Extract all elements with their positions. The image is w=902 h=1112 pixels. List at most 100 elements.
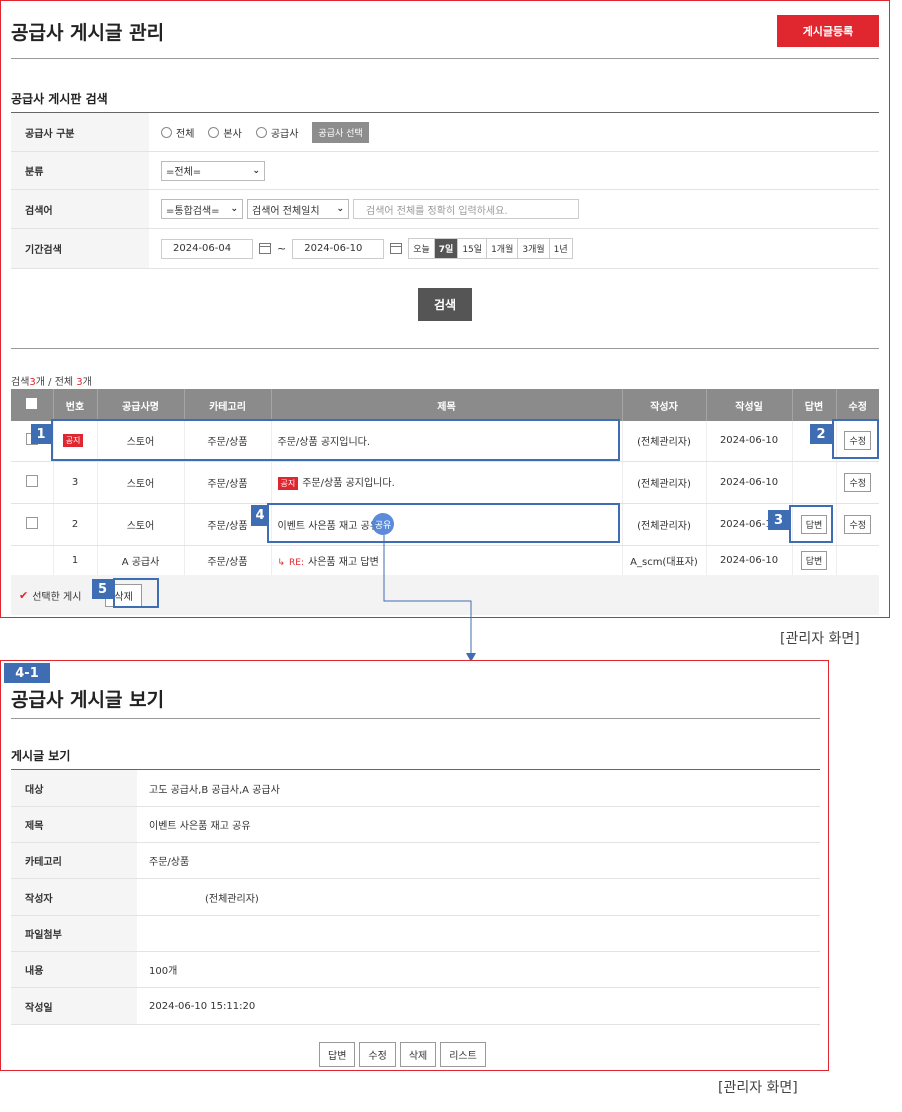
- row-checkbox[interactable]: [25, 516, 38, 529]
- view-title-divider: [11, 718, 820, 719]
- title-link[interactable]: ↳ RE: 사은품 재고 답변: [271, 545, 623, 576]
- period-button[interactable]: 7일: [434, 239, 459, 258]
- edit-button[interactable]: 수정: [359, 1042, 396, 1067]
- view-value: 주문/상품: [149, 857, 190, 868]
- category-cell: 주문/상품: [184, 461, 272, 504]
- calendar-icon[interactable]: [259, 243, 271, 254]
- reply-button[interactable]: 답변: [800, 550, 828, 570]
- view-page-title: 공급사 게시글 보기: [11, 689, 165, 711]
- table-header-row: 번호 공급사명 카테고리 제목 작성자 작성일 답변 수정: [11, 389, 879, 421]
- radio-hq[interactable]: 본사: [208, 125, 242, 140]
- view-row-title: 제목 이벤트 사은품 재고 공유: [11, 807, 820, 843]
- edit-button[interactable]: 수정: [844, 472, 872, 492]
- supplier-type-row: 공급사 구분 전체 본사 공급사 공급사 선택: [11, 113, 879, 152]
- category-value-cell: =전체= ⌄: [149, 152, 265, 189]
- view-label: 작성자: [11, 879, 137, 915]
- category-label: 분류: [11, 152, 149, 189]
- view-row-date: 작성일 2024-06-10 15:11:20: [11, 988, 820, 1025]
- edit-cell: 수정: [836, 503, 879, 546]
- admin-caption: [관리자 화면]: [780, 631, 860, 647]
- cursor-indicator: 공유: [372, 513, 394, 535]
- period-button[interactable]: 1개월: [487, 239, 519, 258]
- radio-supplier[interactable]: 공급사: [255, 125, 298, 140]
- writer-cell: (전체관리자): [622, 421, 707, 462]
- radio-all-label: 전체: [176, 128, 195, 140]
- row-checkbox[interactable]: [25, 474, 38, 487]
- keyword-type-value: =통합검색=: [166, 205, 220, 217]
- delete-button[interactable]: 삭제: [399, 1042, 437, 1067]
- period-button[interactable]: 오늘: [409, 239, 435, 258]
- row-checkbox-cell[interactable]: [11, 503, 54, 546]
- period-button[interactable]: 3개월: [518, 239, 550, 258]
- edit-button[interactable]: 수정: [844, 514, 872, 534]
- radio-hq-label: 본사: [223, 128, 242, 140]
- list-button[interactable]: 리스트: [440, 1042, 486, 1067]
- view-label: 대상: [11, 770, 137, 806]
- view-value: 이벤트 사은품 재고 공유: [149, 821, 251, 832]
- view-value: 2024-06-10 15:11:20: [149, 1000, 256, 1012]
- period-button[interactable]: 1년: [549, 239, 572, 258]
- post-view-panel: 공급사 게시글 보기 게시글 보기 대상 고도 공급사,B 공급사,A 공급사 …: [0, 660, 829, 1071]
- category-select-value: =전체=: [166, 167, 202, 178]
- view-label: 제목: [11, 807, 137, 842]
- period-button[interactable]: 15일: [458, 239, 488, 258]
- radio-circle-icon: [255, 126, 267, 138]
- reply-marker: RE:: [289, 557, 305, 568]
- view-label: 카테고리: [11, 843, 137, 878]
- category-select[interactable]: =전체= ⌄: [161, 160, 265, 181]
- keyword-label: 검색어: [11, 190, 149, 228]
- page-title: 공급사 게시글 관리: [11, 22, 165, 44]
- keyword-input[interactable]: 검색어 전체를 정확히 입력하세요.: [353, 199, 579, 219]
- callout-number-5: 5: [92, 579, 113, 599]
- count-prefix: 검색: [11, 377, 30, 388]
- callout-box-3: [789, 505, 833, 543]
- writer-cell: (전체관리자): [622, 503, 707, 546]
- view-value: (전체관리자): [205, 893, 259, 905]
- col-header: 작성자: [622, 389, 707, 421]
- keyword-match-select[interactable]: 검색어 전체일치 ⌄: [247, 199, 349, 219]
- date-from-input[interactable]: 2024-06-04: [161, 238, 253, 259]
- view-row-writer: 작성자 (전체관리자): [11, 879, 820, 916]
- count-suffix: 개: [82, 377, 92, 388]
- period-value-cell: 2024-06-04 ~ 2024-06-10 오늘 7일 15일 1개월 3개월 1년: [149, 229, 573, 268]
- supplier-cell: A 공급사: [97, 545, 185, 576]
- callout-box-5: [113, 578, 159, 608]
- col-header: 답변: [792, 389, 837, 421]
- notice-badge: 공지: [277, 477, 299, 490]
- select-all-cell[interactable]: [11, 389, 54, 421]
- supplier-cell: 스토어: [97, 503, 185, 546]
- callout-box-4: [267, 503, 620, 543]
- row-checkbox-cell[interactable]: [11, 461, 54, 504]
- view-row-target: 대상 고도 공급사,B 공급사,A 공급사: [11, 770, 820, 807]
- category-cell: 주문/상품: [184, 545, 272, 576]
- keyword-type-select[interactable]: =통합검색= ⌄: [161, 199, 243, 219]
- date-cell: 2024-06-10: [706, 421, 793, 462]
- callout-box-1: [51, 419, 620, 461]
- chevron-down-icon: ⌄: [252, 165, 260, 176]
- post-table: 번호 공급사명 카테고리 제목 작성자 작성일 답변 수정 공지 스토어 주문/…: [11, 389, 879, 576]
- title-text: 사은품 재고 답변: [308, 556, 379, 568]
- table-row: 3 스토어 주문/상품 공지 주문/상품 공지입니다. (전체관리자) 2024-…: [11, 461, 879, 504]
- radio-circle-icon: [161, 126, 172, 138]
- view-label: 파일첨부: [11, 916, 137, 951]
- number-cell: 1: [53, 545, 98, 576]
- callout-number-1: 1: [31, 424, 51, 444]
- title-text: 주문/상품 공지입니다.: [302, 478, 395, 489]
- radio-all[interactable]: 전체: [161, 125, 194, 140]
- supplier-select-button[interactable]: 공급사 선택: [312, 121, 369, 143]
- calendar-icon[interactable]: [390, 243, 403, 254]
- search-button[interactable]: 검색: [418, 288, 472, 321]
- title-link[interactable]: 공지 주문/상품 공지입니다.: [271, 461, 623, 504]
- select-all-checkbox[interactable]: [26, 398, 38, 409]
- date-cell: 2024-06-10: [706, 461, 793, 504]
- date-separator: ~: [277, 242, 287, 255]
- reply-button[interactable]: 답변: [319, 1042, 356, 1067]
- date-to-input[interactable]: 2024-06-10: [292, 238, 385, 259]
- view-label: 내용: [11, 952, 137, 987]
- supplier-cell: 스토어: [97, 461, 185, 504]
- col-header: 작성일: [706, 389, 793, 421]
- register-post-button[interactable]: 게시글등록: [777, 15, 879, 47]
- edit-cell: 수정: [836, 461, 879, 504]
- view-value: [137, 916, 149, 951]
- view-row-content: 내용 100개: [11, 952, 820, 988]
